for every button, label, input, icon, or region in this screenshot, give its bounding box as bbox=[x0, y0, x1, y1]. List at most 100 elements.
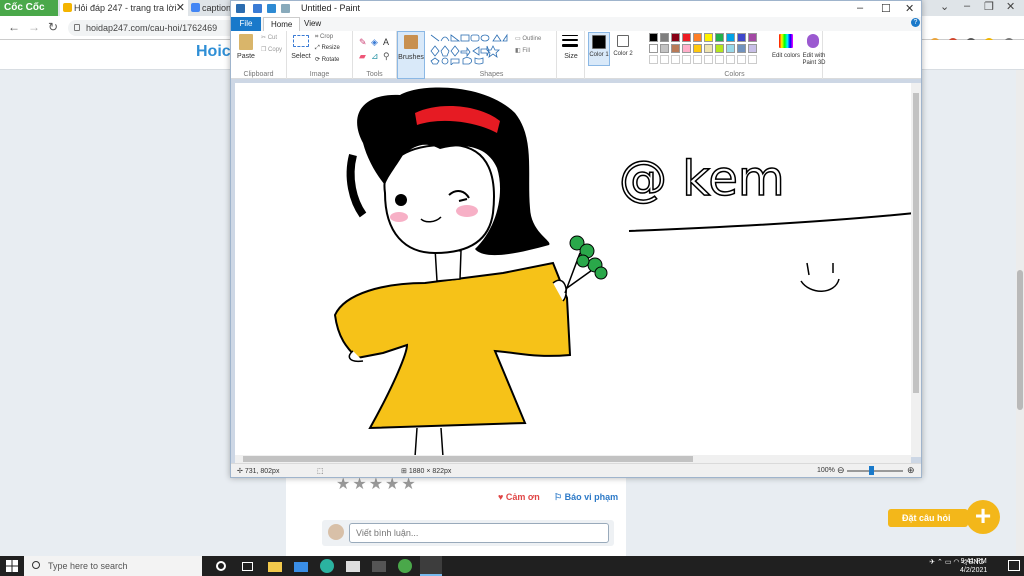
canvas-vertical-scrollbar[interactable] bbox=[911, 83, 921, 457]
edit-colors-icon[interactable] bbox=[779, 34, 793, 48]
browser-close-button[interactable]: ✕ bbox=[1006, 0, 1015, 13]
tab-hoidap[interactable]: Hỏi đáp 247 - trang tra lời ✕ bbox=[60, 0, 188, 16]
empty-color-swatch[interactable] bbox=[715, 55, 724, 64]
color-swatch[interactable] bbox=[748, 44, 757, 53]
color-swatch[interactable] bbox=[704, 33, 713, 42]
color-picker-icon[interactable]: ⊿ bbox=[371, 51, 379, 62]
scroll-thumb[interactable] bbox=[1017, 270, 1023, 410]
taskbar-search[interactable]: Type here to search bbox=[24, 556, 202, 576]
ask-plus-button[interactable]: + bbox=[966, 500, 1000, 534]
reload-button[interactable]: ↻ bbox=[48, 20, 58, 34]
color-swatch[interactable] bbox=[704, 44, 713, 53]
cut-button[interactable]: ✂ Cut bbox=[261, 34, 277, 41]
size-group[interactable]: Size bbox=[557, 31, 585, 79]
file-tab[interactable]: File bbox=[231, 17, 261, 31]
empty-color-swatch[interactable] bbox=[660, 55, 669, 64]
select-button[interactable]: Select bbox=[289, 53, 313, 60]
network-icon[interactable]: ✈ bbox=[929, 559, 935, 566]
file-explorer-icon[interactable] bbox=[268, 562, 282, 572]
select-icon[interactable] bbox=[293, 35, 309, 47]
ask-question-button[interactable]: Đặt câu hỏi bbox=[888, 509, 968, 527]
thanks-button[interactable]: ♥ Cảm ơn bbox=[498, 492, 540, 502]
store-icon[interactable] bbox=[346, 561, 360, 572]
color-swatch[interactable] bbox=[671, 44, 680, 53]
color-swatch[interactable] bbox=[682, 33, 691, 42]
crop-button[interactable]: ⌗ Crop bbox=[315, 34, 333, 41]
paint-taskbar-icon[interactable] bbox=[420, 556, 442, 576]
magnifier-icon[interactable]: ⚲ bbox=[383, 51, 390, 62]
mail-icon[interactable] bbox=[294, 562, 308, 572]
color-swatch[interactable] bbox=[693, 33, 702, 42]
pencil-icon[interactable]: ✎ bbox=[359, 37, 367, 48]
zoom-in-button[interactable]: ⊕ bbox=[907, 465, 915, 476]
report-button[interactable]: ⚐ Báo vi phạm bbox=[554, 492, 618, 503]
rotate-button[interactable]: ⟳ Rotate bbox=[315, 56, 339, 63]
outline-button[interactable]: ▭ Outline bbox=[515, 35, 541, 42]
color-swatch[interactable] bbox=[715, 33, 724, 42]
browser-brand[interactable]: Cốc Cốc bbox=[0, 0, 58, 16]
color1-selector[interactable]: Color 1 bbox=[588, 32, 610, 66]
site-logo[interactable]: Hoic bbox=[196, 43, 231, 61]
color2-selector[interactable]: Color 2 bbox=[613, 32, 635, 66]
tab-google[interactable]: caption bbox=[188, 0, 231, 16]
edit-with-paint3d-button[interactable]: Edit with Paint 3D bbox=[797, 53, 831, 67]
empty-color-swatch[interactable] bbox=[682, 55, 691, 64]
color-swatch[interactable] bbox=[748, 33, 757, 42]
fill-icon[interactable]: ◈ bbox=[371, 37, 378, 48]
forward-button[interactable]: → bbox=[28, 20, 40, 34]
task-view-icon[interactable] bbox=[242, 562, 253, 571]
redo-icon[interactable] bbox=[281, 4, 290, 13]
tab-home[interactable]: Home bbox=[263, 17, 301, 31]
wifi-icon[interactable]: ◠ bbox=[953, 559, 959, 566]
clock[interactable]: 9:41 PM 4/2/2021 bbox=[960, 557, 987, 575]
battery-icon[interactable]: ▭ bbox=[945, 559, 952, 566]
shapes-gallery-icon[interactable] bbox=[429, 33, 509, 65]
color-swatch[interactable] bbox=[649, 33, 658, 42]
zoom-slider[interactable] bbox=[847, 470, 903, 472]
tab-view[interactable]: View bbox=[297, 17, 328, 31]
empty-color-swatch[interactable] bbox=[693, 55, 702, 64]
vertical-scroll-thumb[interactable] bbox=[913, 93, 919, 393]
app-icon[interactable] bbox=[372, 561, 386, 572]
paint-minimize-button[interactable]: – bbox=[857, 2, 863, 14]
paint-close-button[interactable]: ✕ bbox=[905, 2, 914, 15]
canvas-horizontal-scrollbar[interactable] bbox=[235, 455, 911, 463]
eraser-icon[interactable]: ▰ bbox=[359, 51, 366, 62]
page-scrollbar[interactable] bbox=[1016, 70, 1024, 556]
empty-color-swatch[interactable] bbox=[649, 55, 658, 64]
chevron-up-icon[interactable]: ⌃ bbox=[937, 559, 943, 566]
help-button[interactable]: ? bbox=[911, 18, 920, 27]
coccoc-taskbar-icon[interactable] bbox=[398, 559, 412, 573]
brushes-group[interactable]: Brushes bbox=[397, 31, 425, 79]
color-swatch[interactable] bbox=[671, 33, 680, 42]
paste-button[interactable]: Paste bbox=[235, 53, 257, 60]
empty-color-swatch[interactable] bbox=[704, 55, 713, 64]
copy-button[interactable]: ❐ Copy bbox=[261, 46, 282, 53]
edge-icon[interactable] bbox=[320, 559, 334, 573]
tab-search-icon[interactable]: ⌄ bbox=[940, 0, 949, 13]
color-swatch[interactable] bbox=[660, 33, 669, 42]
browser-minimize-button[interactable]: – bbox=[964, 0, 970, 12]
color-swatch[interactable] bbox=[726, 33, 735, 42]
color-swatch[interactable] bbox=[737, 44, 746, 53]
empty-color-swatch[interactable] bbox=[748, 55, 757, 64]
color-swatch[interactable] bbox=[715, 44, 724, 53]
browser-restore-button[interactable]: ❐ bbox=[984, 0, 994, 13]
color-swatch[interactable] bbox=[737, 33, 746, 42]
cortana-icon[interactable] bbox=[216, 561, 226, 571]
horizontal-scroll-thumb[interactable] bbox=[243, 456, 693, 462]
zoom-slider-thumb[interactable] bbox=[869, 466, 874, 475]
empty-color-swatch[interactable] bbox=[726, 55, 735, 64]
empty-color-swatch[interactable] bbox=[671, 55, 680, 64]
drawing-canvas[interactable]: @ kem bbox=[235, 83, 915, 457]
color-swatch[interactable] bbox=[726, 44, 735, 53]
notifications-icon[interactable] bbox=[1008, 560, 1020, 571]
color-swatch[interactable] bbox=[660, 44, 669, 53]
back-button[interactable]: ← bbox=[8, 20, 20, 34]
paint3d-icon[interactable] bbox=[807, 34, 819, 48]
tab-close-icon[interactable]: ✕ bbox=[176, 0, 185, 16]
save-icon[interactable] bbox=[253, 4, 262, 13]
color-swatch[interactable] bbox=[693, 44, 702, 53]
empty-color-swatch[interactable] bbox=[737, 55, 746, 64]
resize-button[interactable]: ⤢ Resize bbox=[315, 45, 340, 52]
